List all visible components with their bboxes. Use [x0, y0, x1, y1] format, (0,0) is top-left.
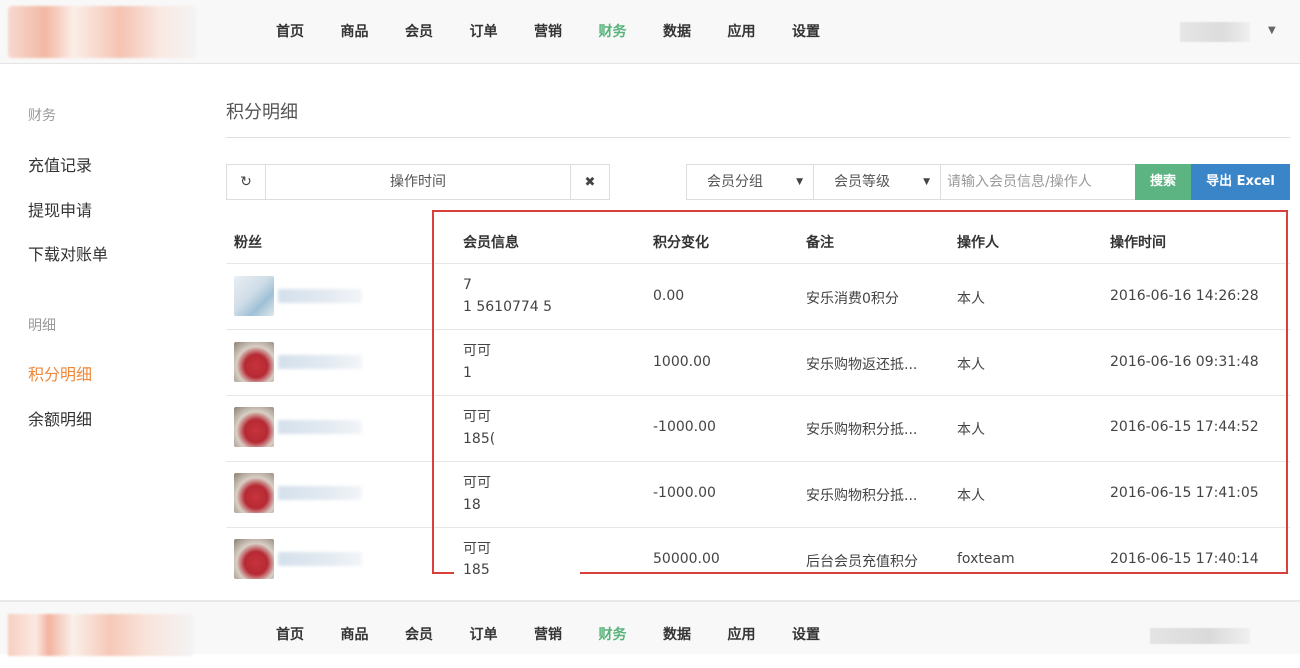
fan-nickname-blurred	[278, 486, 362, 500]
title-divider	[226, 137, 1290, 138]
nav-data[interactable]: 数据	[649, 602, 705, 656]
export-excel-button[interactable]: 导出 Excel	[1191, 164, 1290, 200]
fan-avatar	[234, 473, 274, 513]
nav-marketing[interactable]: 营销	[520, 602, 576, 656]
nav-marketing[interactable]: 营销	[520, 0, 576, 64]
bottom-nav: 首页 商品 会员 订单 营销 财务 数据 应用 设置	[262, 602, 843, 656]
sidebar-item-points-details[interactable]: 积分明细	[28, 361, 92, 385]
member-group-select-value: 会员分组	[707, 174, 763, 190]
fan-nickname-blurred	[278, 355, 362, 369]
highlight-box	[432, 210, 1288, 574]
page-title: 积分明细	[226, 102, 298, 123]
sidebar-item-download-statement[interactable]: 下载对账单	[28, 241, 108, 265]
caret-down-icon[interactable]: ▼	[1268, 25, 1276, 36]
sidebar-item-withdraw-requests[interactable]: 提现申请	[28, 197, 92, 221]
nav-goods[interactable]: 商品	[327, 0, 383, 64]
search-button[interactable]: 搜索	[1135, 164, 1191, 200]
fan-nickname-blurred	[278, 552, 362, 566]
fan-avatar	[234, 539, 274, 579]
refresh-button[interactable]: ↻	[226, 164, 266, 200]
nav-home[interactable]: 首页	[262, 602, 318, 656]
highlight-box-bottom-edge	[432, 572, 454, 574]
fan-nickname-blurred	[278, 289, 362, 303]
nav-finance[interactable]: 财务	[585, 0, 641, 64]
nav-settings[interactable]: 设置	[778, 602, 834, 656]
nav-home[interactable]: 首页	[262, 0, 318, 64]
sidebar-section-details: 明细	[28, 318, 56, 334]
sidebar-section-finance: 财务	[28, 108, 56, 124]
bottom-navbar: 首页 商品 会员 订单 营销 财务 数据 应用 设置	[0, 600, 1300, 656]
sidebar-item-recharge-records[interactable]: 充值记录	[28, 152, 92, 176]
fan-avatar	[234, 407, 274, 447]
sidebar-item-balance-details[interactable]: 余额明细	[28, 406, 92, 430]
nav-members[interactable]: 会员	[391, 602, 447, 656]
fan-nickname-blurred	[278, 420, 362, 434]
operation-time-filter[interactable]: 操作时间	[265, 164, 571, 200]
nav-members[interactable]: 会员	[391, 0, 447, 64]
nav-orders[interactable]: 订单	[456, 0, 512, 64]
search-input[interactable]: 请输入会员信息/操作人	[940, 164, 1136, 200]
refresh-icon: ↻	[240, 174, 252, 190]
member-level-select[interactable]: 会员等级 ▼	[813, 164, 941, 200]
close-icon: ✖	[584, 174, 596, 190]
fan-avatar	[234, 342, 274, 382]
nav-goods[interactable]: 商品	[327, 602, 383, 656]
brand-logo[interactable]	[8, 614, 193, 656]
nav-settings[interactable]: 设置	[778, 0, 834, 64]
member-level-select-value: 会员等级	[834, 174, 890, 190]
main-nav: 首页 商品 会员 订单 营销 财务 数据 应用 设置	[262, 0, 843, 64]
top-navbar: 首页 商品 会员 订单 营销 财务 数据 应用 设置 ▼	[0, 0, 1300, 64]
fan-avatar	[234, 276, 274, 316]
column-header-fans: 粉丝	[234, 235, 262, 251]
highlight-box-bottom-edge	[580, 572, 1288, 574]
user-account[interactable]	[1180, 22, 1250, 42]
nav-finance[interactable]: 财务	[585, 602, 641, 656]
brand-logo[interactable]	[8, 6, 196, 58]
caret-down-icon: ▼	[796, 177, 803, 187]
nav-apps[interactable]: 应用	[714, 0, 770, 64]
nav-data[interactable]: 数据	[649, 0, 705, 64]
clear-time-button[interactable]: ✖	[570, 164, 610, 200]
member-group-select[interactable]: 会员分组 ▼	[686, 164, 814, 200]
sidebar: 财务 充值记录 提现申请 下载对账单 明细 积分明细 余额明细	[0, 64, 205, 598]
nav-orders[interactable]: 订单	[456, 602, 512, 656]
caret-down-icon: ▼	[923, 177, 930, 187]
user-account[interactable]	[1150, 628, 1250, 644]
nav-apps[interactable]: 应用	[714, 602, 770, 656]
